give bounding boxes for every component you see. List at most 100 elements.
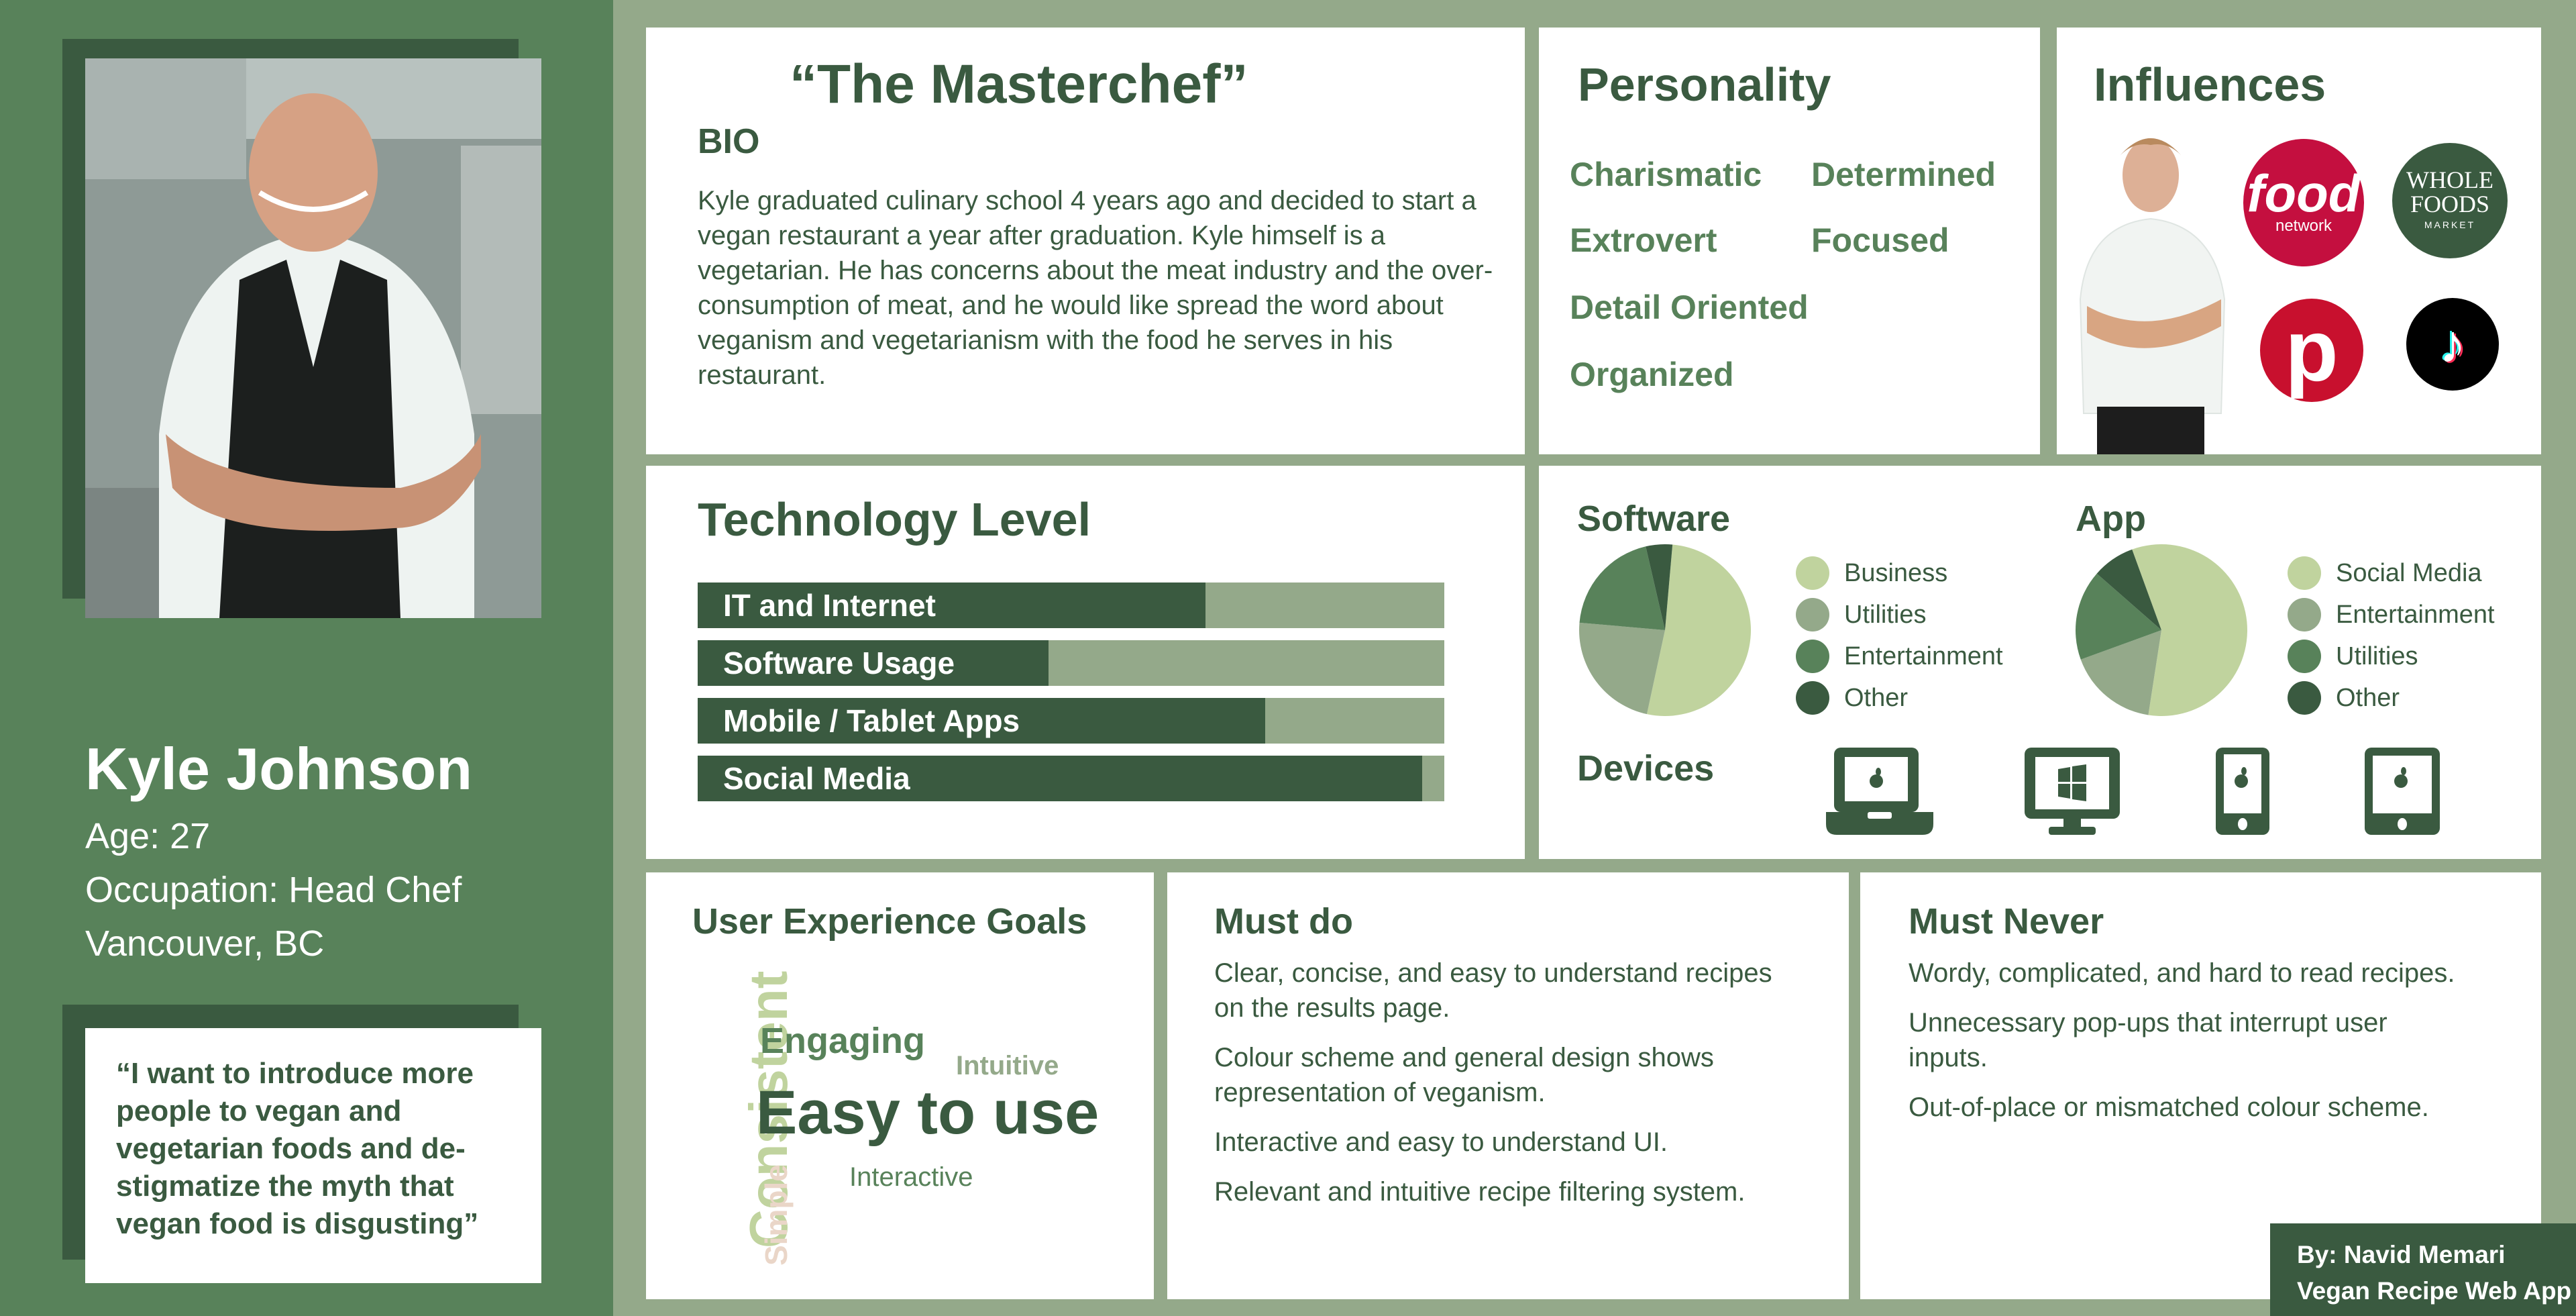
legend-swatch (2288, 598, 2321, 631)
bio-heading: BIO (698, 122, 760, 161)
trait: Determined (1811, 156, 1996, 193)
trait: Focused (1811, 221, 1949, 259)
must-never-item: Wordy, complicated, and hard to read rec… (1909, 958, 2455, 988)
tech-level-bar: Software Usage (698, 640, 1444, 686)
legend-item: Business (1796, 552, 2003, 594)
legend-item: Entertainment (2288, 594, 2495, 636)
bio-text: Kyle graduated culinary school 4 years a… (698, 186, 1493, 390)
legend-item: Other (2288, 677, 2495, 719)
persona-age: Age: 27 (85, 816, 211, 856)
must-do-item: Clear, concise, and easy to understand r… (1214, 958, 1772, 1023)
credit-project: Vegan Recipe Web App (2297, 1277, 2572, 1305)
legend-label: Utilities (2336, 642, 2418, 670)
trait: Detail Oriented (1570, 289, 1809, 326)
influences-title: Influences (2094, 58, 2326, 111)
tiktok-glyph: ♪ (2439, 314, 2466, 374)
credit-author: By: Navid Memari (2297, 1241, 2506, 1268)
software-pie-chart (1579, 544, 1751, 716)
software-legend: Business Utilities Entertainment Other (1796, 552, 2003, 719)
personality-title: Personality (1578, 58, 1831, 111)
pinterest-logo: p (2260, 299, 2363, 402)
food-network-logo: food network (2243, 139, 2364, 266)
ux-goals-card: User Experience Goals Consistent Engagin… (646, 872, 1154, 1299)
ux-word-interactive: Interactive (849, 1162, 973, 1192)
legend-item: Other (1796, 677, 2003, 719)
legend-swatch (2288, 681, 2321, 715)
must-do-title: Must do (1214, 901, 1353, 942)
tech-level-label: Software Usage (723, 646, 955, 680)
must-never-item: Unnecessary pop-ups that interrupt user … (1909, 1008, 2387, 1072)
ux-word-easy-to-use: Easy to use (756, 1078, 1099, 1147)
laptop-apple-icon (1826, 748, 1933, 835)
food-network-subtitle: network (2275, 217, 2332, 235)
chef-portrait-illustration (85, 58, 541, 618)
bio-card: “The Masterchef” BIO Kyle graduated culi… (646, 28, 1525, 454)
legend-swatch (2288, 640, 2321, 673)
whole-foods-line3: MARKET (2424, 219, 2476, 230)
must-do-list: Clear, concise, and easy to understand r… (1214, 956, 1791, 1224)
tech-level-bar: Social Media (698, 756, 1444, 801)
legend-label: Other (1844, 683, 1909, 712)
app-legend: Social Media Entertainment Utilities Other (2288, 552, 2495, 719)
legend-item: Utilities (2288, 636, 2495, 677)
persona-title: “The Masterchef” (790, 54, 1248, 115)
trait: Organized (1570, 356, 1734, 393)
must-do-item: Colour scheme and general design shows r… (1214, 1043, 1714, 1107)
tech-level-bar: IT and Internet (698, 583, 1444, 628)
tech-level-label: Social Media (723, 761, 910, 796)
trait: Charismatic (1570, 156, 1762, 193)
must-do-item: Relevant and intuitive recipe filtering … (1214, 1177, 1746, 1207)
legend-item: Utilities (1796, 594, 2003, 636)
legend-item: Social Media (2288, 552, 2495, 594)
legend-swatch (1796, 598, 1829, 631)
tech-level-label: Mobile / Tablet Apps (723, 703, 1020, 738)
legend-swatch (1796, 640, 1829, 673)
desktop-windows-icon (2025, 748, 2120, 835)
legend-label: Social Media (2336, 558, 2482, 587)
legend-label: Business (1844, 558, 1948, 587)
technology-title: Technology Level (698, 493, 1091, 546)
must-do-item: Interactive and easy to understand UI. (1214, 1127, 1668, 1157)
app-chart-title: App (2076, 499, 2146, 539)
must-never-list: Wordy, complicated, and hard to read rec… (1909, 956, 2459, 1140)
persona-occupation: Occupation: Head Chef (85, 870, 462, 910)
legend-label: Other (2336, 683, 2400, 712)
persona-quote: “I want to introduce more people to vega… (85, 1028, 541, 1283)
tablet-apple-icon (2365, 748, 2440, 835)
pinterest-glyph: p (2285, 301, 2339, 399)
legend-label: Entertainment (1844, 642, 2003, 670)
must-never-item: Out-of-place or mismatched colour scheme… (1909, 1093, 2429, 1122)
app-pie-chart (2076, 544, 2247, 716)
profile-photo (85, 58, 541, 618)
legend-item: Entertainment (1796, 636, 2003, 677)
legend-swatch (2288, 556, 2321, 590)
ux-word-intuitive: Intuitive (956, 1051, 1059, 1080)
legend-label: Entertainment (2336, 600, 2495, 629)
usage-card: Software App Business Utilities Entertainm… (1539, 466, 2541, 859)
tech-level-label: IT and Internet (723, 588, 936, 623)
must-do-card: Must do Clear, concise, and easy to unde… (1167, 872, 1849, 1299)
persona-location: Vancouver, BC (85, 923, 325, 964)
chef-influence-photo (2079, 138, 2226, 454)
tech-level-bar: Mobile / Tablet Apps (698, 698, 1444, 744)
phone-apple-icon (2216, 748, 2269, 835)
ux-word-engaging: Engaging (760, 1021, 925, 1061)
influences-card: Influences food network WHOLE FOODS MARK… (2057, 28, 2541, 454)
legend-swatch (1796, 681, 1829, 715)
legend-label: Utilities (1844, 600, 1927, 629)
whole-foods-line2: FOODS (2410, 191, 2490, 217)
ux-goals-title: User Experience Goals (692, 901, 1087, 942)
must-never-title: Must Never (1909, 901, 2104, 942)
persona-name: Kyle Johnson (85, 736, 472, 802)
tiktok-logo: ♪ (2406, 298, 2499, 391)
whole-foods-logo: WHOLE FOODS MARKET (2392, 143, 2508, 258)
food-network-wordmark: food (2247, 164, 2361, 223)
legend-swatch (1796, 556, 1829, 590)
devices-title: Devices (1577, 748, 1715, 789)
software-chart-title: Software (1577, 499, 1731, 539)
credit-badge: By: Navid Memari Vegan Recipe Web App (2270, 1223, 2576, 1316)
trait: Extrovert (1570, 221, 1717, 259)
whole-foods-line1: WHOLE (2406, 166, 2493, 193)
personality-card: Personality Charismatic Determined Extro… (1539, 28, 2040, 454)
ux-word-simple: Simple (759, 1164, 794, 1266)
